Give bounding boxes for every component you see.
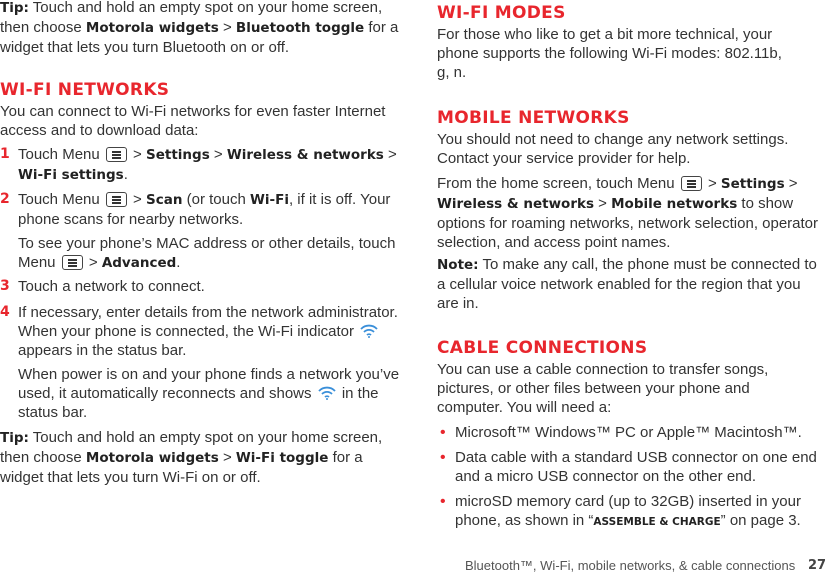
step-number: 4 — [0, 304, 10, 320]
step-text: If necessary, enter details from the net… — [18, 304, 398, 359]
text: Touch a network to connect. — [18, 278, 205, 295]
text: > — [218, 449, 236, 466]
bold-text: Wireless & networks — [226, 147, 384, 163]
tip-wifi-toggle: Tip: Touch and hold an empty spot on you… — [0, 428, 400, 487]
bold-text: Advanced — [101, 255, 177, 271]
text: From the home screen, touch Menu — [437, 175, 679, 192]
footer-section-title: Bluetooth™, Wi-Fi, mobile networks, & ca… — [465, 558, 796, 573]
step-3: 3 Touch a network to connect. — [0, 277, 400, 296]
text: Data cable with a standard USB connector… — [455, 449, 817, 485]
text: You can connect to Wi-Fi networks for ev… — [0, 103, 386, 139]
text: > — [128, 146, 146, 163]
bold-text: Wi-Fi settings — [18, 167, 124, 183]
wifi-modes-text: For those who like to get a bit more tec… — [437, 25, 797, 82]
text: To make any call, the phone must be conn… — [437, 256, 817, 312]
step-text: Touch Menu > Scan (or touch Wi-Fi, if it… — [18, 191, 390, 228]
wifi-intro: You can connect to Wi-Fi networks for ev… — [0, 102, 400, 140]
mobile-networks-path: From the home screen, touch Menu > Setti… — [437, 174, 826, 252]
tip-bluetooth-toggle: Tip: Touch and hold an empty spot on you… — [0, 0, 400, 57]
step-1: 1 Touch Menu > Settings > Wireless & netw… — [0, 145, 400, 185]
bold-text: Motorola widgets — [85, 20, 219, 36]
heading-cable-connections: Cable connections — [437, 338, 648, 358]
step-text: To see your phone’s MAC address or other… — [18, 235, 395, 271]
bold-text: Wi-Fi toggle — [235, 450, 329, 466]
note: Note: To make any call, the phone must b… — [437, 255, 826, 313]
bold-text: Settings — [146, 147, 210, 163]
text: You can use a cable connection to transf… — [437, 361, 769, 416]
bullet-text: Data cable with a standard USB connector… — [455, 449, 817, 485]
bullet-icon: • — [440, 493, 446, 510]
wifi-icon — [318, 386, 336, 400]
step-detail: To see your phone’s MAC address or other… — [0, 234, 400, 273]
bold-text: Settings — [720, 176, 785, 192]
text: > — [84, 254, 102, 271]
wifi-icon — [360, 324, 378, 338]
bullet-item: • Microsoft™ Windows™ PC or Apple™ Macint… — [437, 423, 826, 442]
step-4: 4 If necessary, enter details from the ne… — [0, 303, 400, 360]
bullet-icon: • — [440, 424, 446, 441]
step-text: Touch Menu > Settings > Wireless & netwo… — [18, 146, 397, 183]
step-number: 2 — [0, 191, 10, 207]
text: > — [594, 195, 612, 212]
menu-icon — [61, 255, 83, 270]
step-text: When power is on and your phone finds a … — [18, 366, 399, 421]
bold-text: Wi-Fi — [249, 192, 289, 208]
section-reference: Assemble & Charge — [593, 516, 721, 528]
bullet-text: microSD memory card (up to 32GB) inserte… — [455, 493, 801, 529]
text: appears in the status bar. — [18, 342, 187, 359]
text: . — [176, 254, 181, 271]
text: . — [123, 166, 128, 183]
step-text: Touch a network to connect. — [18, 278, 205, 295]
text: > — [218, 19, 236, 36]
heading-mobile-networks: Mobile networks — [437, 108, 630, 128]
page-number: 27 — [808, 558, 826, 573]
text: (or touch — [182, 191, 250, 208]
text: You should not need to change any networ… — [437, 131, 789, 167]
text: If necessary, enter details from the net… — [18, 304, 398, 340]
heading-wifi-networks: Wi-Fi networks — [0, 80, 170, 100]
mobile-networks-text: You should not need to change any networ… — [437, 130, 826, 168]
step-detail: When power is on and your phone finds a … — [0, 365, 400, 422]
text: Touch Menu — [18, 146, 104, 163]
step-2: 2 Touch Menu > Scan (or touch Wi-Fi, if i… — [0, 190, 400, 229]
bullet-text: Microsoft™ Windows™ PC or Apple™ Macinto… — [455, 424, 802, 441]
bold-text: Motorola widgets — [85, 450, 219, 466]
text: > — [209, 146, 227, 163]
bold-text: Tip: — [0, 430, 29, 446]
text: > — [784, 175, 798, 192]
menu-icon — [105, 147, 127, 162]
menu-icon — [680, 176, 702, 191]
bold-text: Tip: — [0, 0, 29, 16]
bold-text: Wireless & networks — [437, 196, 594, 212]
heading-wifi-modes: Wi-Fi modes — [437, 3, 566, 23]
bold-text: Bluetooth toggle — [235, 20, 365, 36]
text: Microsoft™ Windows™ PC or Apple™ Macinto… — [455, 424, 802, 441]
bullet-icon: • — [440, 449, 446, 466]
text: > — [128, 191, 146, 208]
text: > — [703, 175, 721, 192]
bullet-item: • microSD memory card (up to 32GB) insert… — [437, 492, 826, 532]
text: ” on page 3. — [720, 512, 801, 529]
text: Touch Menu — [18, 191, 104, 208]
cable-intro: You can use a cable connection to transf… — [437, 360, 797, 417]
bullet-item: • Data cable with a standard USB connecto… — [437, 448, 826, 486]
bold-text: Mobile networks — [611, 196, 738, 212]
text: For those who like to get a bit more tec… — [437, 26, 782, 81]
step-number: 3 — [0, 278, 10, 294]
menu-icon — [105, 192, 127, 207]
step-number: 1 — [0, 146, 10, 162]
bold-text: Scan — [146, 192, 183, 208]
text: > — [383, 146, 397, 163]
bold-text: Note: — [437, 257, 479, 273]
